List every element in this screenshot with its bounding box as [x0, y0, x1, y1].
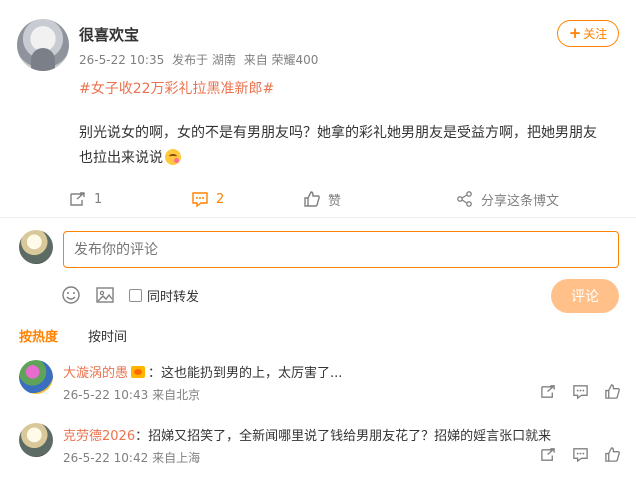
comment-username[interactable]: 大漩涡的愚	[63, 366, 128, 381]
tab-sort-hot[interactable]: 按热度	[19, 326, 58, 345]
tab-sort-time[interactable]: 按时间	[88, 326, 127, 345]
repost-count: 1	[94, 191, 103, 207]
emoji-icon[interactable]	[61, 285, 81, 305]
comment-actions	[540, 446, 621, 463]
image-icon[interactable]	[95, 285, 115, 305]
comment-text: ：招娣又招笑了，全新闻哪里说了钱给男朋友花了？招娣的婬言张口就来	[135, 429, 552, 444]
comment-count: 2	[216, 191, 225, 207]
comment-text: ：这也能扔到男的上，太厉害了...	[148, 366, 343, 381]
comment-content: 大漩涡的愚 ：这也能扔到男的上，太厉害了...	[63, 362, 342, 381]
share-icon	[457, 191, 472, 207]
comment-avatar[interactable]	[19, 423, 53, 457]
plus-icon: +	[568, 24, 582, 42]
comment-sort-tabs: 按热度 按时间	[19, 326, 127, 345]
comment-item: 大漩涡的愚 ：这也能扔到男的上，太厉害了... 26-5-22 10:43 来自北…	[0, 360, 636, 422]
comment-icon[interactable]	[572, 383, 589, 400]
comment-item: 克劳德2026：招娣又招笑了，全新闻哪里说了钱给男朋友花了？招娣的婬言张口就来 …	[0, 423, 636, 485]
comment-username[interactable]: 克劳德2026	[63, 429, 135, 444]
author-avatar[interactable]	[17, 19, 69, 71]
follow-label: 关注	[583, 27, 608, 41]
comment-actions	[540, 383, 621, 400]
repost-icon[interactable]	[540, 383, 557, 400]
topic-link[interactable]: #女子收22万彩礼拉黑准新郎#	[79, 78, 274, 98]
comment-meta: 26-5-22 10:43 来自北京	[63, 386, 200, 403]
like-button[interactable]: 赞	[303, 185, 341, 213]
post-location: 发布于 湖南	[172, 53, 236, 67]
repost-checkbox-label: 同时转发	[147, 289, 200, 305]
repost-button[interactable]: 1	[69, 185, 102, 213]
submit-comment-button[interactable]: 评论	[551, 279, 619, 313]
checkbox[interactable]	[129, 288, 142, 302]
comment-time: 26-5-22 10:43	[63, 388, 149, 402]
post-actions: 1 2 赞 分享这条博文	[0, 185, 636, 213]
post-time[interactable]: 26-5-22 10:35	[79, 53, 164, 67]
share-label: 分享这条博文	[481, 193, 560, 209]
comment-icon[interactable]	[572, 446, 589, 463]
comment-input[interactable]	[63, 231, 619, 268]
comment-location: 来自上海	[152, 451, 201, 465]
post-body: 别光说女的啊，女的不是有男朋友吗？她拿的彩礼她男朋友是受益方啊，把她男朋友也拉出…	[79, 121, 599, 171]
repost-checkbox[interactable]: 同时转发	[129, 286, 199, 305]
comment-avatar[interactable]	[19, 360, 53, 394]
thumbs-up-icon	[304, 191, 320, 207]
comment-icon	[192, 192, 208, 208]
comment-tools: 同时转发	[61, 283, 199, 307]
current-user-avatar[interactable]	[19, 230, 53, 264]
fan-badge-icon	[131, 366, 146, 378]
post-header: 很喜欢宝 26-5-22 10:35 发布于 湖南 来自 荣耀400	[17, 19, 636, 75]
comment-button[interactable]: 2	[191, 185, 224, 213]
comment-location: 来自北京	[152, 388, 201, 402]
comment-time: 26-5-22 10:42	[63, 451, 149, 465]
comment-content: 克劳德2026：招娣又招笑了，全新闻哪里说了钱给男朋友花了？招娣的婬言张口就来	[63, 425, 551, 444]
thumbs-up-icon[interactable]	[604, 383, 621, 400]
post-meta: 26-5-22 10:35 发布于 湖南 来自 荣耀400	[79, 51, 322, 68]
post-source: 来自 荣耀400	[243, 53, 319, 67]
thumbs-up-icon[interactable]	[604, 446, 621, 463]
follow-button[interactable]: + 关注	[557, 20, 619, 47]
drool-emoji-icon	[165, 149, 181, 165]
author-name[interactable]: 很喜欢宝	[79, 24, 139, 45]
like-label: 赞	[328, 193, 342, 209]
divider	[0, 217, 636, 218]
repost-icon	[70, 192, 85, 206]
share-button[interactable]: 分享这条博文	[456, 185, 559, 213]
comment-meta: 26-5-22 10:42 来自上海	[63, 449, 200, 466]
repost-icon[interactable]	[540, 446, 557, 463]
post-text: 别光说女的啊，女的不是有男朋友吗？她拿的彩礼她男朋友是受益方啊，把她男朋友也拉出…	[79, 125, 597, 166]
